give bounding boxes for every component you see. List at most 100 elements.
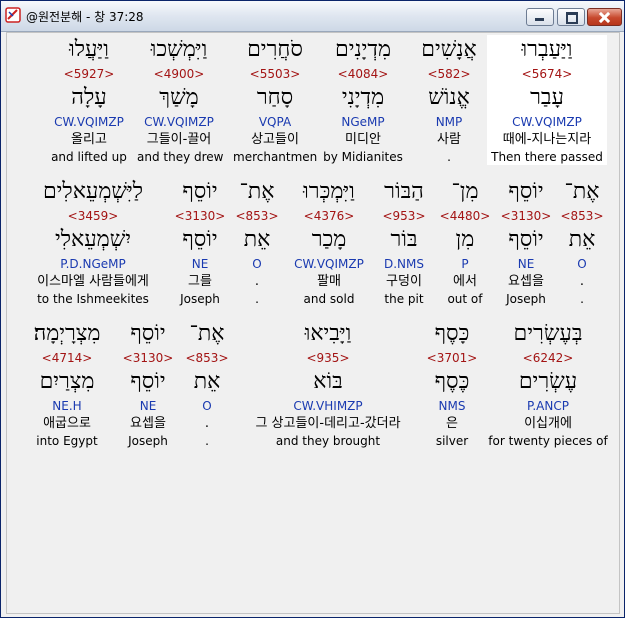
word-block[interactable]: וַיַּעֲלוּ <5927> עָלָה CW.VQIMZP 올리고 an… (47, 35, 131, 165)
korean-gloss: 요셉을 (508, 274, 544, 289)
lemma: יוֹסֵף (182, 227, 218, 252)
morphology-code: CW.VQIMZP (144, 115, 214, 129)
word-block[interactable]: אֶת־ <853> אֵת O . . (177, 319, 237, 449)
english-gloss: out of (447, 292, 483, 306)
strong-number[interactable]: <3130> (491, 207, 561, 225)
morphology-code: VQPA (258, 115, 292, 129)
morphology-code: O (202, 399, 212, 413)
strong-number[interactable]: <3459> (13, 207, 173, 225)
morphology-code: CW.VQIMZP (54, 115, 124, 129)
korean-gloss: . (254, 274, 260, 289)
word-block[interactable]: וַיִּמְכְּרוּ <4376> מָכַר CW.VQIMZP 팔매 … (285, 177, 373, 307)
word-block[interactable]: וַיַּעַבְרוּ <5674> עָבַר CW.VQIMZP 때에-지… (487, 35, 607, 165)
title-bar[interactable]: @원전분해 - 창 37:28 (1, 1, 624, 32)
strong-number[interactable]: <5503> (233, 65, 317, 83)
morphology-code: CW.VQIMZP (294, 257, 364, 271)
korean-gloss: 이십개에 (524, 416, 572, 431)
strong-number[interactable]: <853> (177, 349, 237, 367)
korean-gloss: 구덩이 (386, 274, 422, 289)
window-title: @원전분해 - 창 37:28 (26, 10, 144, 24)
hebrew-word: יוֹסֵף (182, 179, 218, 204)
strong-number[interactable]: <3130> (115, 349, 181, 367)
english-gloss: into Egypt (36, 434, 98, 448)
lemma: אֱנוֹשׁ (428, 85, 470, 110)
korean-gloss: 상고들이 (251, 132, 299, 147)
english-gloss: Joseph (128, 434, 168, 448)
strong-number[interactable]: <3701> (419, 349, 485, 367)
strong-number[interactable]: <4084> (321, 65, 405, 83)
korean-gloss: 사람 (437, 132, 461, 147)
english-gloss: and sold (303, 292, 355, 306)
strong-number[interactable]: <5927> (47, 65, 131, 83)
morphology-code: P (461, 257, 469, 271)
english-gloss: . (447, 150, 451, 164)
hebrew-word: יוֹסֵף (130, 321, 166, 346)
word-block[interactable]: מִדְיָנִים <4084> מִדְיָנִי NGeMP 미디안 by… (321, 35, 405, 165)
word-block[interactable]: בְּעֶשְׂרִים <6242> עֶשְׂרִים P.ANCP 이십개… (483, 319, 613, 449)
word-block[interactable]: יוֹסֵף <3130> יוֹסֵף NE 요셉을 Joseph (115, 319, 181, 449)
word-block[interactable]: מִצְרָיְמָה׃ <4714> מִצְרַיִם NE.H 애굽으로 … (21, 319, 113, 449)
strong-number[interactable]: <4480> (435, 207, 495, 225)
word-block[interactable]: סֹחֲרִים <5503> סָחַר VQPA 상고들이 merchant… (233, 35, 317, 165)
strong-number[interactable]: <3130> (165, 207, 235, 225)
morphology-code: NMP (435, 115, 463, 129)
maximize-button[interactable] (557, 8, 585, 26)
hebrew-word: וַיִּמְכְּרוּ (303, 179, 355, 204)
english-gloss: Joseph (506, 292, 546, 306)
app-window: @원전분해 - 창 37:28 וַיַּעַבְרוּ <5674> עָבַ… (0, 0, 625, 618)
word-block[interactable]: יוֹסֵף <3130> יוֹסֵף NE 그를 Joseph (165, 177, 235, 307)
lemma: אֵת (193, 369, 221, 394)
word-block[interactable]: אֲנָשִׁים <582> אֱנוֹשׁ NMP 사람 . (407, 35, 491, 165)
hebrew-word: וַיִּמְשְׁכוּ (150, 37, 208, 62)
morphology-code: P.ANCP (527, 399, 569, 413)
word-block[interactable]: וַיִּמְשְׁכוּ <4900> מָשַׁךְ CW.VQIMZP 그… (137, 35, 224, 165)
lemma: כֶּסֶף (434, 369, 470, 394)
strong-number[interactable]: <6242> (483, 349, 613, 367)
english-gloss: for twenty pieces of (488, 434, 608, 448)
hebrew-word: יוֹסֵף (508, 179, 544, 204)
lemma: מִן (455, 227, 475, 252)
lemma: מָשַׁךְ (159, 85, 199, 110)
morphology-code: NMS (438, 399, 466, 413)
morphology-code: NGeMP (341, 115, 385, 129)
strong-number[interactable]: <853> (227, 207, 287, 225)
english-gloss: merchantmen (233, 150, 318, 164)
hebrew-word: בְּעֶשְׂרִים (513, 321, 583, 346)
morphology-code: D.NMS (383, 257, 424, 271)
hebrew-word: אֲנָשִׁים (421, 37, 477, 62)
word-block[interactable]: כָּסֶף <3701> כֶּסֶף NMS 은 silver (419, 319, 485, 449)
hebrew-word: הַבּוֹר (384, 179, 424, 204)
word-block[interactable]: יוֹסֵף <3130> יוֹסֵף NE 요셉을 Joseph (491, 177, 561, 307)
korean-gloss: 팔매 (317, 274, 341, 289)
korean-gloss: 이스마엘 사람들에게 (37, 274, 149, 289)
hebrew-word: וַיַּעֲלוּ (69, 37, 109, 62)
strong-number[interactable]: <953> (369, 207, 439, 225)
english-gloss: silver (435, 434, 469, 448)
strong-number[interactable]: <5674> (487, 65, 607, 83)
korean-gloss: 은 (446, 416, 458, 431)
hebrew-word: וַיַּעַבְרוּ (521, 37, 573, 62)
morphology-code: NE (139, 399, 157, 413)
lemma: מִצְרַיִם (39, 369, 95, 394)
strong-number[interactable]: <935> (233, 349, 423, 367)
strong-number[interactable]: <4900> (137, 65, 221, 83)
lemma: עָלָה (71, 85, 107, 110)
word-block[interactable]: מִן־ <4480> מִן P 에서 out of (435, 177, 495, 307)
strong-number[interactable]: <4376> (285, 207, 373, 225)
korean-gloss: 미디안 (345, 132, 381, 147)
english-gloss: and they drew (137, 150, 224, 164)
minimize-button[interactable] (526, 8, 554, 26)
strong-number[interactable]: <582> (407, 65, 491, 83)
word-block[interactable]: הַבּוֹר <953> בּוֹר D.NMS 구덩이 the pit (369, 177, 439, 307)
english-gloss: . (255, 292, 259, 306)
close-button[interactable] (587, 8, 622, 26)
strong-number[interactable]: <4714> (21, 349, 113, 367)
lemma: בּוֹא (313, 369, 343, 394)
word-block[interactable]: אֶת־ <853> אֵת O . . (227, 177, 287, 307)
word-block[interactable]: וַיָּבִיאוּ <935> בּוֹא CW.VHIMZP 그 상고들이… (233, 319, 423, 449)
lemma: סָחַר (256, 85, 294, 110)
hebrew-word: אֶת־ (239, 179, 275, 204)
word-block[interactable]: לַיִּשְׁמְעֵאלִים <3459> יִשְׁמְעֵאלִי P… (13, 177, 173, 307)
morphology-code: O (252, 257, 262, 271)
english-gloss: . (205, 434, 209, 448)
